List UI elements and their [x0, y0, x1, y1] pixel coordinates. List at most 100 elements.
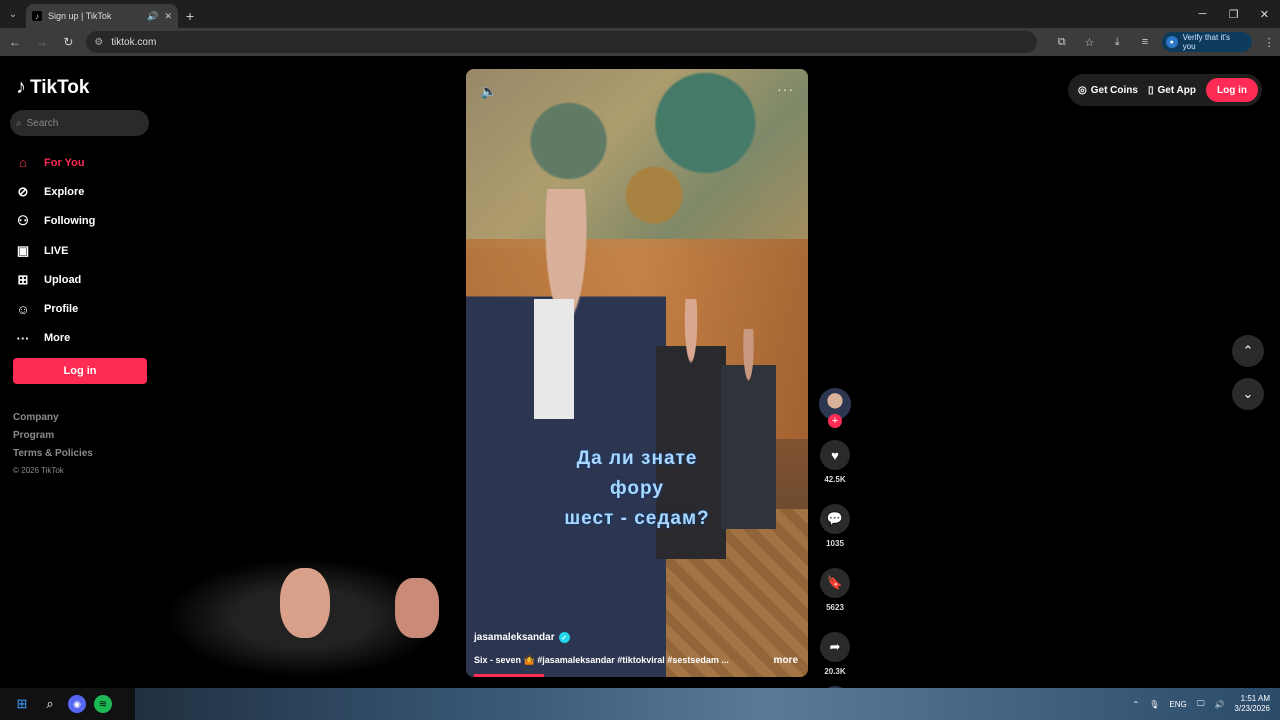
language-indicator[interactable]: ENG [1169, 700, 1186, 709]
like-count: 42.5K [824, 475, 846, 484]
heart-icon[interactable]: ♥ [820, 440, 850, 470]
description-more-link[interactable]: more [774, 655, 798, 666]
media-controls-icon[interactable]: ≡ [1134, 31, 1156, 53]
compass-icon: ⊘ [17, 183, 29, 199]
bookmark-icon[interactable]: 🔖 [820, 568, 850, 598]
sidebar-item-label: Explore [44, 185, 85, 198]
discord-icon[interactable]: ◉ [68, 695, 86, 713]
windows-start-icon[interactable]: ⊞ [12, 694, 32, 714]
video-player[interactable]: 🔈 ··· Да ли знате фору шест - седам? jas… [466, 69, 808, 677]
sidebar-item-upload[interactable]: ⊞ Upload [14, 265, 95, 294]
windows-taskbar: ⊞ ⌕ ◉ ≋ ⌃ 🎙 ENG 🖵 🔊 1:51 AM 3/23/2026 [0, 688, 1280, 720]
footer-link-terms[interactable]: Terms & Policies [13, 448, 93, 466]
reload-button[interactable]: ↻ [57, 30, 81, 54]
get-coins-button[interactable]: ◎ Get Coins [1078, 85, 1138, 96]
follow-plus-icon[interactable]: + [828, 414, 842, 428]
author-username: jasamaleksandar [474, 632, 555, 643]
spotify-icon[interactable]: ≋ [94, 695, 112, 713]
sidebar-item-label: More [44, 332, 71, 345]
header-login-button[interactable]: Log in [1206, 78, 1258, 102]
sidebar-item-label: Following [44, 215, 96, 228]
restore-button[interactable]: ❐ [1218, 0, 1249, 28]
footer-link-company[interactable]: Company [13, 412, 93, 430]
video-more-options-icon[interactable]: ··· [777, 81, 794, 97]
tiktok-logo[interactable]: ♪ TikTok [16, 76, 89, 99]
sidebar-item-live[interactable]: ▣ LIVE [14, 236, 95, 265]
sidebar-item-more[interactable]: ··· More [14, 324, 95, 353]
phone-icon: ▯ [1147, 84, 1154, 96]
tiktok-favicon-icon: ♪ [32, 11, 42, 21]
verify-identity-chip[interactable]: ● Verify that it's you [1161, 32, 1253, 52]
like-action[interactable]: ♥ 42.5K [820, 440, 850, 484]
tab-search-button[interactable]: ⌄ [0, 0, 26, 28]
video-person-main [466, 189, 666, 677]
browser-tab[interactable]: ♪ Sign up | TikTok 🔊 ✕ [26, 4, 178, 28]
bookmark-star-icon[interactable]: ☆ [1079, 31, 1101, 53]
sidebar-item-label: LIVE [44, 244, 69, 257]
verify-label: Verify that it's you [1182, 33, 1230, 51]
search-icon: ⌕ [16, 117, 22, 129]
tiktok-page: ♪ TikTok ⌕ Search ⌂ For You ⊘ Explore ⚇ … [0, 58, 1280, 716]
sidebar-login-button[interactable]: Log in [13, 358, 147, 384]
microphone-icon[interactable]: 🎙 [1149, 700, 1159, 709]
clock-time: 1:51 AM [1240, 694, 1270, 703]
site-info-icon[interactable]: ⚙ [94, 37, 103, 48]
sidebar-item-profile[interactable]: ☺ Profile [14, 294, 95, 323]
video-progress-bar[interactable] [474, 674, 544, 677]
back-button[interactable]: ← [3, 30, 27, 54]
new-tab-button[interactable]: + [178, 4, 202, 28]
video-shirt [534, 299, 574, 419]
verified-badge-icon: ✓ [558, 632, 570, 643]
system-tray: ⌃ 🎙 ENG 🖵 🔊 1:51 AM 3/23/2026 [1133, 688, 1270, 720]
following-icon: ⚇ [17, 213, 29, 229]
save-count: 5623 [826, 603, 844, 612]
clock[interactable]: 1:51 AM 3/23/2026 [1234, 694, 1270, 714]
share-count: 20.3K [824, 667, 846, 676]
downloads-icon[interactable]: ⤓ [1106, 31, 1128, 53]
verify-icon: ● [1165, 36, 1178, 48]
webcam-overlay [160, 548, 465, 688]
next-video-button[interactable]: ⌄ [1232, 378, 1264, 410]
taskbar-apps: ⊞ ⌕ ◉ ≋ [0, 688, 135, 720]
streamer-hand [395, 578, 439, 638]
sidebar-item-label: Upload [44, 273, 82, 286]
clock-date: 3/23/2026 [1234, 704, 1270, 713]
browser-toolbar: ← → ↻ ⚙ tiktok.com ⧉ ☆ ⤓ ≡ ● Verify that… [0, 28, 1280, 56]
comment-icon[interactable]: 💬 [820, 504, 850, 534]
live-icon: ▣ [16, 242, 30, 258]
search-input[interactable]: ⌕ Search [10, 110, 149, 136]
forward-button[interactable]: → [30, 30, 54, 54]
sidebar-item-for-you[interactable]: ⌂ For You [14, 148, 95, 177]
save-action[interactable]: 🔖 5623 [820, 568, 850, 612]
home-icon: ⌂ [19, 155, 27, 171]
browser-menu-icon[interactable]: ⋮ [1258, 31, 1280, 53]
caption-line: шест - седам? [564, 508, 710, 529]
speaker-icon[interactable]: 🔊 [147, 11, 158, 22]
tiktok-note-icon: ♪ [16, 76, 26, 98]
network-icon[interactable]: 🖵 [1197, 699, 1205, 709]
sidebar-item-explore[interactable]: ⊘ Explore [14, 177, 95, 206]
volume-icon[interactable]: 🔊 [1214, 700, 1224, 709]
close-window-button[interactable]: ✕ [1249, 0, 1280, 28]
volume-icon[interactable]: 🔈 [480, 83, 497, 100]
sidebar-item-label: For You [44, 156, 85, 169]
sidebar-item-following[interactable]: ⚇ Following [14, 207, 95, 236]
search-icon[interactable]: ⌕ [40, 694, 60, 714]
close-tab-icon[interactable]: ✕ [164, 11, 172, 22]
chevron-up-icon[interactable]: ⌃ [1133, 700, 1140, 709]
comment-action[interactable]: 💬 1035 [820, 504, 850, 548]
streamer-face [280, 568, 330, 638]
coin-icon: ◎ [1078, 84, 1087, 96]
get-app-button[interactable]: ▯ Get App [1148, 85, 1196, 96]
minimize-button[interactable]: ─ [1187, 0, 1218, 28]
chevron-up-icon: ⌃ [1242, 343, 1254, 358]
video-author[interactable]: jasamaleksandar ✓ [474, 632, 570, 643]
footer-link-program[interactable]: Program [13, 430, 93, 448]
share-icon[interactable]: ➦ [820, 632, 850, 662]
share-action[interactable]: ➦ 20.3K [820, 632, 850, 676]
author-avatar[interactable]: + [819, 388, 851, 428]
install-app-icon[interactable]: ⧉ [1051, 31, 1073, 53]
address-bar[interactable]: ⚙ tiktok.com [86, 31, 1037, 53]
more-icon: ··· [16, 330, 30, 346]
previous-video-button[interactable]: ⌃ [1232, 335, 1264, 367]
